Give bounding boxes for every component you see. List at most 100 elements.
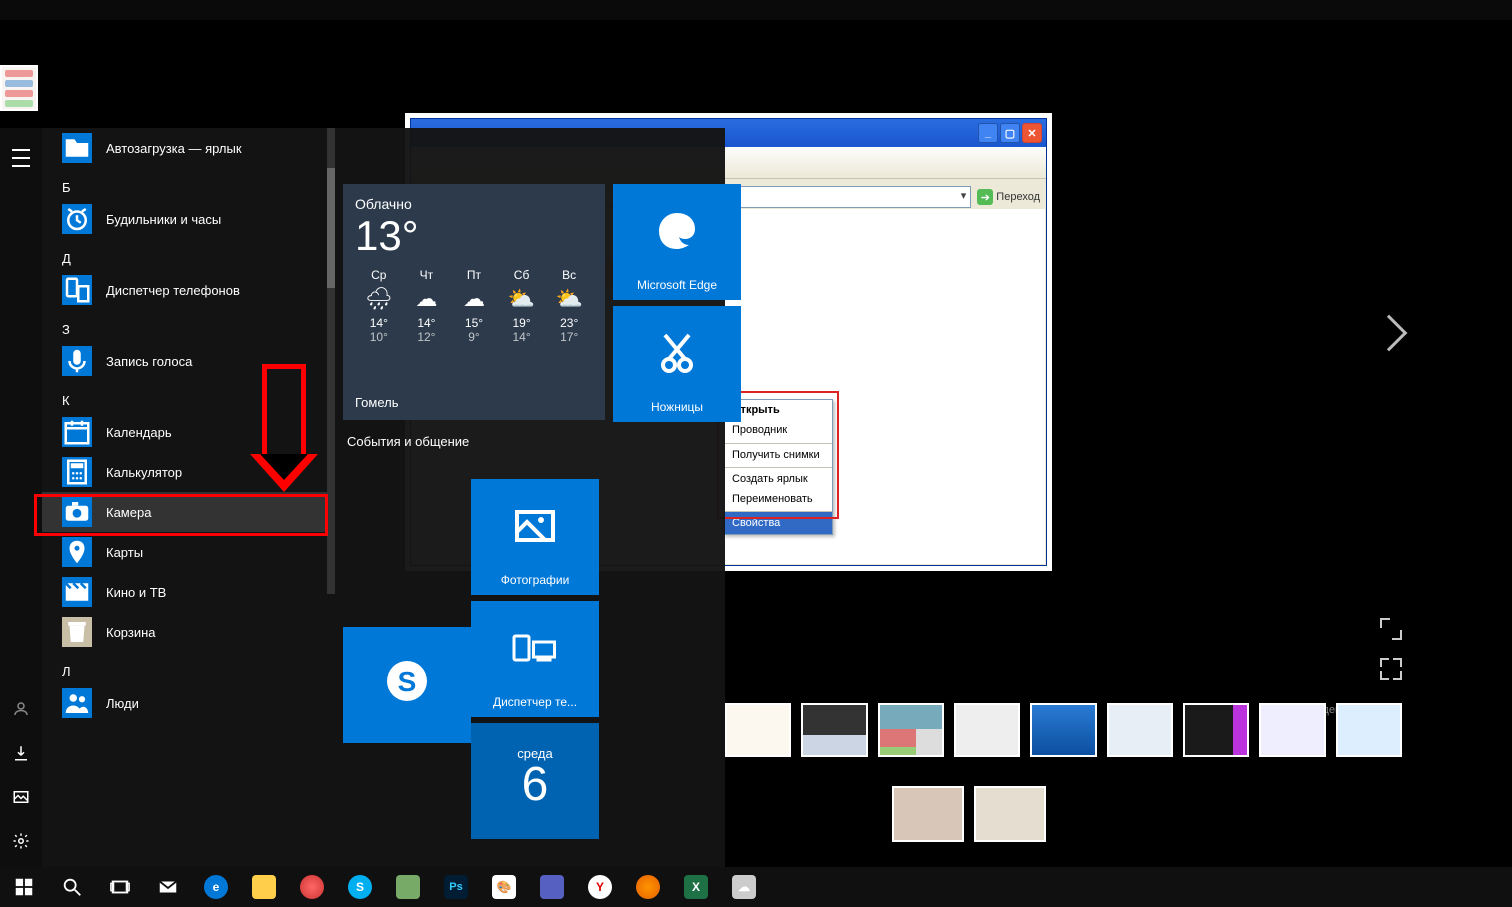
people-icon <box>62 688 92 718</box>
start-tiles: Облачно 13° Ср🌧14°10°Чт☁14°12°Пт☁15°9°Сб… <box>335 128 725 907</box>
cm-rename: Переименовать <box>724 489 832 509</box>
svg-text:S: S <box>398 666 417 697</box>
app-phonemgr[interactable]: Диспетчер телефонов <box>42 270 335 310</box>
taskbar-app2[interactable]: ☁ <box>720 867 768 907</box>
taskbar-skype[interactable]: S <box>336 867 384 907</box>
taskbar: e S Ps 🎨 Y X ☁ <box>0 867 1512 907</box>
red-arrow-annotation <box>262 364 318 492</box>
weather-day: Чт☁14°12° <box>404 268 448 344</box>
thumbnail[interactable] <box>892 786 964 842</box>
fullscreen-icon[interactable] <box>1380 658 1402 680</box>
thumbnail-strip <box>725 700 1402 760</box>
alarm-icon <box>62 204 92 234</box>
taskbar-excel[interactable]: X <box>672 867 720 907</box>
thumbnail[interactable] <box>1336 703 1402 757</box>
app-label: Корзина <box>106 625 156 640</box>
app-movies[interactable]: Кино и ТВ <box>42 572 335 612</box>
app-label: Календарь <box>106 425 172 440</box>
thumbnail[interactable] <box>1183 703 1249 757</box>
xp-close-icon: ✕ <box>1022 123 1042 143</box>
downloads-icon[interactable] <box>0 731 42 775</box>
pictures-icon[interactable] <box>0 775 42 819</box>
taskbar-yandex[interactable]: Y <box>576 867 624 907</box>
zoom-icon[interactable] <box>1380 618 1402 640</box>
voice-icon <box>62 346 92 376</box>
tile-skype[interactable]: S <box>343 627 471 743</box>
cm-properties: Свойства <box>724 511 832 533</box>
prev-thumbnail[interactable] <box>0 65 38 111</box>
app-label: Будильники и часы <box>106 212 221 227</box>
thumbnail[interactable] <box>954 703 1020 757</box>
thumbnail[interactable] <box>1107 703 1173 757</box>
app-camera[interactable]: Камера <box>42 492 335 532</box>
taskbar-photoshop[interactable]: Ps <box>432 867 480 907</box>
cm-getpics: Получить снимки <box>724 443 832 465</box>
tile-photos[interactable]: Фотографии <box>471 479 599 595</box>
taskbar-firefox[interactable] <box>624 867 672 907</box>
app-label: Кино и ТВ <box>106 585 166 600</box>
xp-go-button: ➔Переход <box>977 189 1040 205</box>
hamburger-icon[interactable] <box>0 136 42 180</box>
weather-day: Сб⛅19°14° <box>500 268 544 344</box>
taskbar-edge[interactable]: e <box>192 867 240 907</box>
tile-snip[interactable]: Ножницы <box>613 306 741 422</box>
app-label: Диспетчер телефонов <box>106 283 240 298</box>
taskbar-explorer[interactable] <box>240 867 288 907</box>
calc-icon <box>62 457 92 487</box>
xp-minimize-icon: _ <box>978 123 998 143</box>
start-menu: Автозагрузка — ярлыкББудильники и часыДД… <box>0 128 725 907</box>
tile-edge[interactable]: Microsoft Edge <box>613 184 741 300</box>
weather-tile[interactable]: Облачно 13° Ср🌧14°10°Чт☁14°12°Пт☁15°9°Сб… <box>343 184 605 420</box>
app-label: Автозагрузка — ярлык <box>106 141 242 156</box>
account-icon[interactable] <box>0 687 42 731</box>
app-people[interactable]: Люди <box>42 683 335 723</box>
taskbar-app[interactable] <box>384 867 432 907</box>
taskbar-mail[interactable] <box>144 867 192 907</box>
weather-day: Пт☁15°9° <box>452 268 496 344</box>
trash-icon <box>62 617 92 647</box>
xp-maximize-icon: ▢ <box>1000 123 1020 143</box>
start-app-list[interactable]: Автозагрузка — ярлык Б Будильники и часы ДД… <box>42 128 335 907</box>
tile-calendar[interactable]: среда 6 <box>471 723 599 839</box>
weather-day: Вс⛅23°17° <box>547 268 591 344</box>
app-trash[interactable]: Корзина <box>42 612 335 652</box>
movies-icon <box>62 577 92 607</box>
cm-shortcut: Создать ярлык <box>724 467 832 489</box>
folder-icon <box>62 133 92 163</box>
app-label: Камера <box>106 505 151 520</box>
app-folder[interactable]: Автозагрузка — ярлык <box>42 128 335 168</box>
thumbnail[interactable] <box>801 703 867 757</box>
tile-phone-manager[interactable]: Диспетчер те... <box>471 601 599 717</box>
scrollbar-thumb[interactable] <box>327 168 335 288</box>
letter-header[interactable]: З <box>42 310 335 341</box>
taskview-button[interactable] <box>96 867 144 907</box>
start-button[interactable] <box>0 867 48 907</box>
calendar-icon <box>62 417 92 447</box>
weather-day: Ср🌧14°10° <box>357 268 401 344</box>
taskbar-snip[interactable] <box>288 867 336 907</box>
taskbar-calendar[interactable] <box>528 867 576 907</box>
maps-icon <box>62 537 92 567</box>
app-label: Люди <box>106 696 139 711</box>
app-label: Карты <box>106 545 143 560</box>
app-label: Запись голоса <box>106 354 192 369</box>
next-image-arrow[interactable] <box>1371 315 1408 352</box>
search-button[interactable] <box>48 867 96 907</box>
letter-header[interactable]: Л <box>42 652 335 683</box>
tile-group-title: События и общение <box>347 434 713 449</box>
app-alarm[interactable]: Будильники и часы <box>42 199 335 239</box>
settings-icon[interactable] <box>0 819 42 863</box>
camera-icon <box>62 497 92 527</box>
letter-header[interactable]: Б <box>42 168 335 199</box>
thumbnail[interactable] <box>1259 703 1325 757</box>
thumbnail[interactable] <box>1030 703 1096 757</box>
thumbnail[interactable] <box>878 703 944 757</box>
app-label: Калькулятор <box>106 465 182 480</box>
thumbnail[interactable] <box>725 703 791 757</box>
app-maps[interactable]: Карты <box>42 532 335 572</box>
letter-header[interactable]: Д <box>42 239 335 270</box>
phonemgr-icon <box>62 275 92 305</box>
taskbar-paint[interactable]: 🎨 <box>480 867 528 907</box>
thumbnail[interactable] <box>974 786 1046 842</box>
cm-explorer: Проводник <box>724 420 832 440</box>
